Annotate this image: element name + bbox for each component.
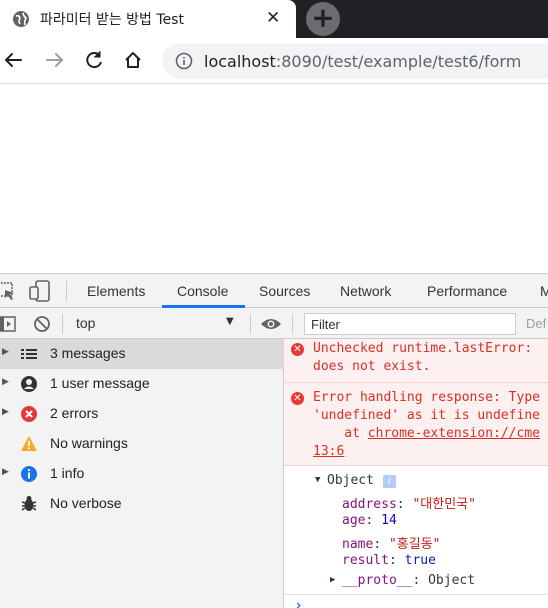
expand-arrow-icon[interactable]: ▶ xyxy=(2,347,9,357)
object-property: name: "홍길동" xyxy=(342,537,441,552)
new-tab-button[interactable]: + xyxy=(306,2,340,36)
sidebar-item-warnings[interactable]: No warnings xyxy=(0,429,284,459)
property-key: age xyxy=(342,513,366,528)
list-icon xyxy=(21,349,37,359)
expand-arrow-icon[interactable]: ▶ xyxy=(330,575,335,585)
clear-console-icon[interactable] xyxy=(33,315,51,333)
expand-arrow-icon[interactable]: ▼ xyxy=(315,475,320,485)
tab-console[interactable]: Console xyxy=(177,283,228,299)
object-property: age: 14 xyxy=(342,513,397,528)
filter-divider-3 xyxy=(292,314,293,334)
tab-network[interactable]: Network xyxy=(340,283,391,299)
tab-sources[interactable]: Sources xyxy=(259,283,310,299)
property-value: 14 xyxy=(381,513,397,528)
tab-more[interactable]: M xyxy=(540,283,548,299)
sidebar-item-label: 2 errors xyxy=(50,405,99,421)
proto-value: Object xyxy=(428,573,476,588)
object-proto[interactable]: __proto__: Object xyxy=(342,573,475,588)
eye-icon[interactable] xyxy=(260,316,282,332)
globe-icon xyxy=(13,11,29,27)
filter-placeholder: Filter xyxy=(311,317,340,332)
context-selector[interactable]: top ▼ xyxy=(66,308,242,338)
object-label[interactable]: Object xyxy=(327,473,374,488)
sidebar-item-label: 1 info xyxy=(50,465,85,481)
sidebar-item-messages[interactable]: ▶ 3 messages xyxy=(0,339,284,369)
property-key: name xyxy=(342,537,374,552)
error-stack-line: at chrome-extension://cme xyxy=(313,426,540,441)
sidebar-item-label: 3 messages xyxy=(50,345,126,361)
console-filter-bar: top ▼ Filter Def xyxy=(0,308,548,339)
expand-arrow-icon[interactable]: ▶ xyxy=(2,467,9,477)
console-object-message: ▼ Object i address: "대한민국" age: 14 name:… xyxy=(284,467,548,595)
back-arrow-icon[interactable] xyxy=(0,46,28,74)
toolbar-divider xyxy=(66,281,67,301)
sidebar-item-errors[interactable]: ▶ 2 errors xyxy=(0,399,284,429)
stack-prefix: at xyxy=(313,426,368,441)
sidebar-item-user-messages[interactable]: ▶ 1 user message xyxy=(0,369,284,399)
filter-input[interactable]: Filter xyxy=(304,313,516,335)
info-icon[interactable] xyxy=(175,52,193,70)
url-text: localhost:8090/test/example/test6/form xyxy=(204,52,521,71)
error-text-line: Unchecked runtime.lastError: xyxy=(313,341,540,356)
sidebar-item-label: 1 user message xyxy=(50,375,150,391)
sidebar-item-label: No verbose xyxy=(50,495,122,511)
stack-link-continuation[interactable]: 13:6 xyxy=(313,444,344,459)
error-text-line: 'undefined' as it is undefine xyxy=(313,408,540,423)
warning-icon xyxy=(21,436,37,451)
expand-arrow-icon[interactable]: ▶ xyxy=(2,407,9,417)
tab-elements[interactable]: Elements xyxy=(87,283,145,299)
filter-divider-2 xyxy=(250,314,251,334)
info-icon xyxy=(21,466,37,482)
devtools-tabbar: Elements Console Sources Network Perform… xyxy=(0,274,548,308)
property-value: true xyxy=(404,553,436,568)
console-sidebar: ▶ 3 messages ▶ 1 user message ▶ 2 errors… xyxy=(0,339,284,608)
property-value: "대한민국" xyxy=(412,497,476,512)
tab-close-icon[interactable]: ✕ xyxy=(266,8,280,28)
stack-link[interactable]: chrome-extension://cme xyxy=(368,426,540,441)
error-icon: ✕ xyxy=(291,343,304,356)
console-output: ✕ Unchecked runtime.lastError: does not … xyxy=(284,339,548,608)
user-icon xyxy=(21,376,37,392)
home-icon[interactable] xyxy=(119,46,147,74)
error-icon: ✕ xyxy=(291,392,304,405)
url-host: localhost xyxy=(204,52,276,71)
console-error-message: ✕ Error handling response: Type 'undefin… xyxy=(284,383,548,466)
error-icon xyxy=(21,406,37,422)
inspect-element-icon[interactable] xyxy=(0,281,18,301)
filter-divider xyxy=(62,314,63,334)
url-path: :8090/test/example/test6/form xyxy=(275,52,522,71)
sidebar-item-verbose[interactable]: No verbose xyxy=(0,489,284,519)
address-bar[interactable]: localhost:8090/test/example/test6/form xyxy=(162,43,548,79)
error-text-line: does not exist. xyxy=(313,359,431,374)
device-toolbar-icon[interactable] xyxy=(28,280,52,302)
tab-title: 파라미터 받는 방법 Test xyxy=(40,12,184,28)
proto-key: __proto__ xyxy=(342,573,413,588)
tab-performance[interactable]: Performance xyxy=(427,283,507,299)
property-key: address xyxy=(342,497,397,512)
object-property: address: "대한민국" xyxy=(342,497,476,512)
reload-icon[interactable] xyxy=(80,46,108,74)
sidebar-item-info[interactable]: ▶ 1 info xyxy=(0,459,284,489)
context-value: top xyxy=(76,315,96,331)
chevron-down-icon: ▼ xyxy=(226,316,234,327)
browser-tab[interactable]: 파라미터 받는 방법 Test ✕ xyxy=(0,0,296,38)
object-property: result: true xyxy=(342,553,436,568)
expand-arrow-icon[interactable]: ▶ xyxy=(2,377,9,387)
property-value: "홍길동" xyxy=(388,537,441,552)
devtools-panel: Elements Console Sources Network Perform… xyxy=(0,273,548,608)
default-levels-dropdown[interactable]: Def xyxy=(526,316,546,331)
console-error-message: ✕ Unchecked runtime.lastError: does not … xyxy=(284,339,548,383)
sidebar-item-label: No warnings xyxy=(50,435,128,451)
info-badge-icon[interactable]: i xyxy=(383,475,396,488)
browser-toolbar: localhost:8090/test/example/test6/form xyxy=(0,38,548,84)
sidebar-toggle-icon[interactable] xyxy=(0,316,16,332)
console-prompt-icon[interactable]: › xyxy=(294,596,303,608)
page-viewport xyxy=(0,85,548,273)
tab-strip: 파라미터 받는 방법 Test ✕ + xyxy=(0,0,548,38)
property-key: result xyxy=(342,553,389,568)
forward-arrow-icon[interactable] xyxy=(40,46,68,74)
error-text-line: Error handling response: Type xyxy=(313,390,540,405)
bug-icon xyxy=(21,496,37,511)
